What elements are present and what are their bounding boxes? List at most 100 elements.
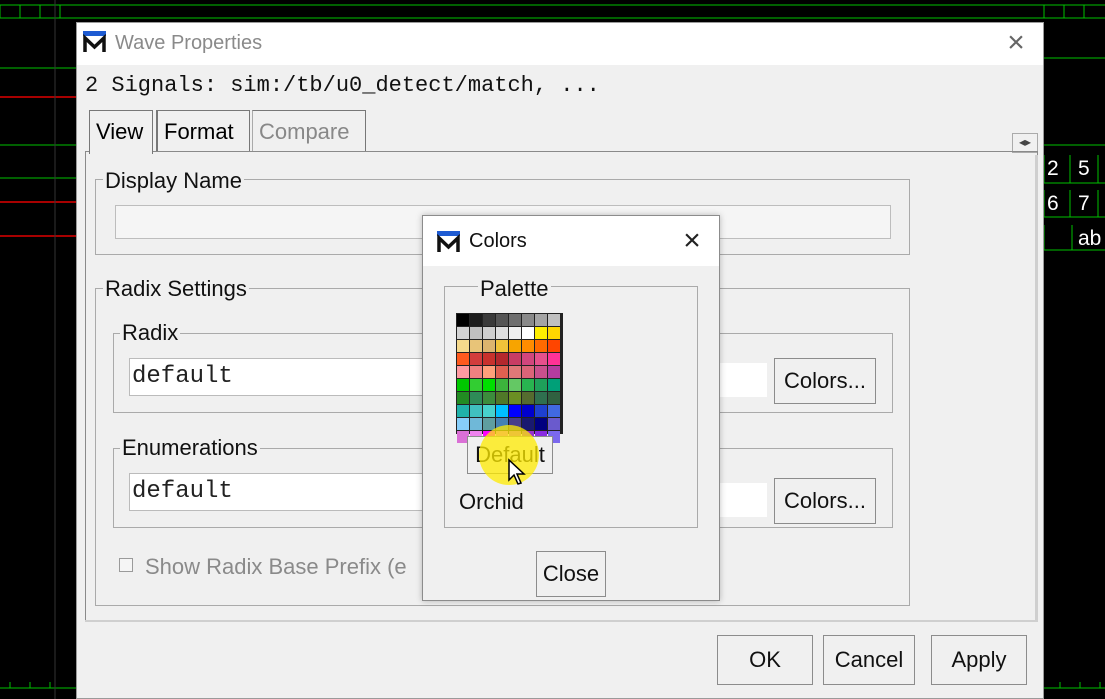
color-swatch[interactable] [470, 418, 482, 430]
color-swatch[interactable] [483, 327, 495, 339]
color-swatch[interactable] [522, 340, 534, 352]
color-swatch[interactable] [457, 353, 469, 365]
show-radix-prefix-label: Show Radix Base Prefix (e [145, 554, 407, 579]
color-swatch[interactable] [522, 314, 534, 326]
radix-settings-legend: Radix Settings [103, 276, 249, 301]
color-swatch[interactable] [548, 353, 560, 365]
color-swatch[interactable] [548, 418, 560, 430]
color-swatch[interactable] [535, 392, 547, 404]
color-swatch[interactable] [535, 405, 547, 417]
color-swatch[interactable] [457, 379, 469, 391]
color-swatch[interactable] [470, 392, 482, 404]
close-icon[interactable]: × [1001, 28, 1031, 58]
color-swatch[interactable] [548, 340, 560, 352]
color-swatch[interactable] [535, 340, 547, 352]
color-swatch[interactable] [509, 379, 521, 391]
wave-value-label: 7 [1078, 192, 1090, 215]
colors-title-bar[interactable]: Colors × [423, 216, 719, 266]
color-swatch[interactable] [548, 405, 560, 417]
color-swatch[interactable] [535, 327, 547, 339]
color-swatch[interactable] [509, 314, 521, 326]
modelsim-logo-icon [83, 31, 106, 54]
color-swatch[interactable] [470, 366, 482, 378]
wave-value-label: 2 [1047, 157, 1059, 180]
color-swatch[interactable] [457, 405, 469, 417]
tab-view[interactable]: View [89, 110, 153, 154]
color-swatch[interactable] [470, 314, 482, 326]
tab-scroll-arrows-icon[interactable]: ◂▸ [1012, 133, 1038, 153]
signals-summary: 2 Signals: sim:/tb/u0_detect/match, ... [85, 73, 600, 98]
wave-value-label: 6 [1047, 192, 1059, 215]
color-swatch[interactable] [522, 366, 534, 378]
color-swatch[interactable] [457, 314, 469, 326]
color-swatch[interactable] [457, 366, 469, 378]
close-button[interactable]: Close [536, 551, 606, 597]
color-palette-grid[interactable] [456, 313, 563, 443]
color-swatch[interactable] [496, 314, 508, 326]
color-swatch[interactable] [483, 405, 495, 417]
color-swatch[interactable] [457, 327, 469, 339]
show-radix-prefix-checkbox[interactable] [119, 558, 133, 572]
cancel-button[interactable]: Cancel [823, 635, 915, 685]
panel-scroll-edge [1035, 155, 1038, 621]
color-swatch[interactable] [483, 392, 495, 404]
color-swatch[interactable] [548, 314, 560, 326]
ok-button[interactable]: OK [717, 635, 813, 685]
color-swatch[interactable] [483, 353, 495, 365]
color-swatch[interactable] [496, 379, 508, 391]
color-swatch[interactable] [535, 379, 547, 391]
color-swatch[interactable] [548, 379, 560, 391]
color-swatch[interactable] [457, 340, 469, 352]
color-swatch[interactable] [548, 366, 560, 378]
apply-button[interactable]: Apply [931, 635, 1027, 685]
color-swatch[interactable] [496, 392, 508, 404]
color-swatch[interactable] [509, 327, 521, 339]
tab-format[interactable]: Format [156, 110, 250, 152]
color-swatch[interactable] [535, 353, 547, 365]
color-swatch[interactable] [522, 353, 534, 365]
color-swatch[interactable] [470, 327, 482, 339]
color-swatch[interactable] [496, 327, 508, 339]
color-swatch[interactable] [535, 314, 547, 326]
color-swatch[interactable] [470, 405, 482, 417]
color-swatch[interactable] [483, 379, 495, 391]
color-swatch[interactable] [496, 405, 508, 417]
modelsim-logo-icon [437, 231, 460, 254]
color-swatch[interactable] [548, 327, 560, 339]
color-swatch[interactable] [470, 353, 482, 365]
color-swatch[interactable] [509, 353, 521, 365]
selected-color-name: Orchid [459, 489, 524, 514]
color-swatch[interactable] [522, 392, 534, 404]
radix-colors-button[interactable]: Colors... [774, 358, 876, 404]
divider [85, 620, 1038, 622]
color-swatch[interactable] [535, 418, 547, 430]
color-swatch[interactable] [470, 340, 482, 352]
window-title: Wave Properties [115, 32, 263, 54]
enumerations-colors-button[interactable]: Colors... [774, 478, 876, 524]
color-swatch[interactable] [509, 340, 521, 352]
color-swatch[interactable] [509, 405, 521, 417]
tab-compare: Compare [252, 110, 366, 152]
title-bar[interactable]: Wave Properties × [77, 23, 1043, 65]
color-swatch[interactable] [509, 392, 521, 404]
color-swatch[interactable] [535, 366, 547, 378]
color-swatch[interactable] [457, 418, 469, 430]
color-swatch[interactable] [522, 327, 534, 339]
close-icon[interactable]: × [677, 226, 707, 256]
color-swatch[interactable] [483, 340, 495, 352]
color-swatch[interactable] [483, 366, 495, 378]
colors-dialog: Colors × Palette Default Orchid Close [422, 215, 720, 601]
color-swatch[interactable] [457, 392, 469, 404]
color-swatch[interactable] [522, 405, 534, 417]
color-swatch[interactable] [509, 366, 521, 378]
color-swatch[interactable] [496, 366, 508, 378]
color-swatch[interactable] [470, 379, 482, 391]
color-swatch[interactable] [496, 340, 508, 352]
colors-dialog-title: Colors [469, 230, 527, 252]
color-swatch[interactable] [522, 379, 534, 391]
wave-value-label: 5 [1078, 157, 1090, 180]
color-swatch[interactable] [496, 353, 508, 365]
color-swatch[interactable] [548, 392, 560, 404]
wave-value-label: ab [1078, 227, 1102, 250]
color-swatch[interactable] [483, 314, 495, 326]
